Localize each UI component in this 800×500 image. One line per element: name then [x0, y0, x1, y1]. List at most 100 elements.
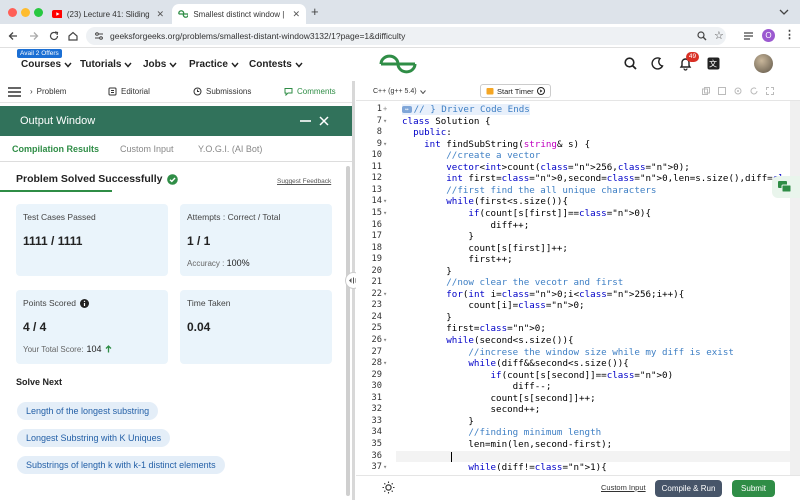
nav-contests[interactable]: Contests: [249, 59, 303, 70]
code-line[interactable]: count[i]=class="n">0;: [402, 300, 584, 311]
fold-toggle-icon[interactable]: ▾: [383, 197, 393, 205]
bookmark-star-icon[interactable]: ☆: [714, 29, 724, 42]
code-line[interactable]: ↔// } Driver Code Ends: [402, 104, 530, 115]
code-line[interactable]: count[s[first]]++;: [402, 243, 568, 254]
chevron-down-icon[interactable]: [779, 8, 789, 16]
reload-icon[interactable]: [49, 31, 59, 41]
settings-icon[interactable]: [734, 87, 742, 95]
close-window-button[interactable]: [8, 8, 17, 17]
code-line[interactable]: class Solution {: [402, 116, 491, 127]
info-icon[interactable]: [79, 298, 89, 308]
zoom-icon[interactable]: [697, 31, 707, 41]
code-line[interactable]: second++;: [402, 404, 541, 415]
maximize-window-button[interactable]: [34, 8, 43, 17]
lightbulb-icon[interactable]: [382, 481, 395, 494]
tab-problem[interactable]: › Problem: [30, 87, 66, 96]
fold-toggle-icon[interactable]: ▾: [383, 359, 393, 367]
solve-next-chip[interactable]: Substrings of length k with k-1 distinct…: [17, 456, 225, 474]
solve-next-chip[interactable]: Longest Substring with K Uniques: [17, 429, 171, 447]
code-line[interactable]: while(first<s.size()){: [402, 196, 568, 207]
pane-divider[interactable]: [345, 81, 362, 500]
code-line[interactable]: diff--;: [402, 381, 552, 392]
tab-editorial[interactable]: Editorial: [108, 87, 150, 96]
close-icon[interactable]: [319, 116, 329, 126]
code-line[interactable]: int first=class="n">0,second=class="n">0…: [402, 173, 790, 184]
code-line[interactable]: for(int i=class="n">0;i<class="n">256;i+…: [402, 289, 684, 300]
code-line[interactable]: //create a vector: [402, 150, 540, 161]
code-line[interactable]: }: [402, 231, 474, 242]
nav-tutorials[interactable]: Tutorials: [80, 59, 133, 70]
code-line[interactable]: count[s[second]]++;: [402, 393, 596, 404]
menu-icon[interactable]: [8, 87, 21, 97]
dark-mode-icon[interactable]: [651, 57, 664, 70]
code-line[interactable]: first++;: [402, 254, 512, 265]
code-line[interactable]: }: [402, 416, 474, 427]
browser-menu-icon[interactable]: ⋮: [784, 28, 795, 41]
fold-toggle-icon[interactable]: ▾: [383, 463, 393, 471]
minimize-icon[interactable]: [300, 119, 311, 123]
code-line[interactable]: //increse the window size while my diff …: [402, 347, 734, 358]
search-icon[interactable]: [624, 57, 637, 70]
close-tab-icon[interactable]: ✕: [292, 9, 300, 20]
code-line[interactable]: if(count[s[first]]==class="n">0){: [402, 208, 651, 219]
solve-next-chip[interactable]: Length of the longest substring: [17, 402, 159, 420]
home-icon[interactable]: [68, 31, 78, 41]
code-editor[interactable]: 1 + ↔// } Driver Code Ends 7 ▾ class Solution…: [356, 101, 790, 475]
gfg-logo-icon[interactable]: [378, 54, 420, 74]
code-line[interactable]: int findSubString(string& s) {: [402, 139, 590, 150]
tab-search-icon[interactable]: [743, 31, 754, 41]
forward-arrow-icon[interactable]: [29, 31, 39, 41]
fold-toggle-icon[interactable]: +: [383, 105, 393, 113]
output-scrollbar[interactable]: [346, 166, 350, 496]
fold-toggle-icon[interactable]: ▾: [383, 336, 393, 344]
code-line[interactable]: while(diff&&second<s.size()){: [402, 358, 628, 369]
user-avatar[interactable]: [754, 54, 773, 73]
translate-icon[interactable]: 文: [707, 57, 720, 70]
minimize-window-button[interactable]: [21, 8, 30, 17]
fold-toggle-icon[interactable]: ▾: [383, 290, 393, 298]
nav-jobs[interactable]: Jobs: [143, 59, 177, 70]
code-line[interactable]: //finding minimum length: [402, 427, 601, 438]
folded-code-marker[interactable]: ↔: [402, 106, 412, 113]
code-line[interactable]: if(count[s[second]]==class="n">0): [402, 370, 674, 381]
fold-toggle-icon[interactable]: ▾: [383, 209, 393, 217]
language-select[interactable]: C++ (g++ 5.4): [368, 85, 431, 98]
copy-icon[interactable]: [702, 87, 710, 95]
code-line[interactable]: }: [402, 266, 452, 277]
nav-courses[interactable]: Courses: [21, 59, 72, 70]
submit-button[interactable]: Submit: [732, 480, 775, 497]
code-line[interactable]: }: [402, 312, 452, 323]
code-line[interactable]: first=class="n">0;: [402, 323, 546, 334]
back-arrow-icon[interactable]: [8, 31, 18, 41]
tab-comments[interactable]: Comments: [284, 87, 336, 96]
code-icon[interactable]: [718, 87, 726, 95]
tab-compilation-results[interactable]: Compilation Results: [12, 144, 99, 154]
browser-tab-youtube[interactable]: (23) Lecture 41: Sliding Wind ✕: [46, 4, 170, 24]
chat-button[interactable]: [772, 176, 800, 198]
code-line[interactable]: public:: [402, 127, 452, 138]
browser-tab-gfg[interactable]: Smallest distinct window | Pra ✕: [172, 4, 306, 24]
reset-icon[interactable]: [750, 87, 758, 95]
custom-input-link[interactable]: Custom Input: [601, 483, 646, 492]
editor-scrollbar[interactable]: [790, 101, 800, 475]
code-line[interactable]: while(diff!=class="n">1){: [402, 462, 606, 473]
nav-practice[interactable]: Practice: [189, 59, 239, 70]
code-line[interactable]: diff++;: [402, 220, 530, 231]
url-field[interactable]: geeksforgeeks.org/problems/smallest-dist…: [86, 27, 726, 45]
offer-badge[interactable]: Avail 2 Offers: [17, 49, 62, 58]
site-settings-icon[interactable]: [94, 32, 104, 40]
code-line[interactable]: len=min(len,second-first);: [402, 439, 612, 450]
code-line[interactable]: //now clear the vecotr and first: [402, 277, 623, 288]
compile-run-button[interactable]: Compile & Run: [655, 480, 722, 497]
tab-yogi-ai-bot[interactable]: Y.O.G.I. (AI Bot): [198, 144, 262, 154]
new-tab-icon[interactable]: +: [311, 4, 319, 19]
suggest-feedback-link[interactable]: Suggest Feedback: [277, 178, 331, 185]
code-line[interactable]: vector<int>count(class="n">256,class="n"…: [402, 162, 690, 173]
fold-toggle-icon[interactable]: ▾: [383, 140, 393, 148]
tab-submissions[interactable]: Submissions: [193, 87, 251, 96]
start-timer-button[interactable]: Start Timer: [480, 84, 551, 98]
close-tab-icon[interactable]: ✕: [156, 9, 164, 20]
code-line[interactable]: while(second<s.size()){: [402, 335, 573, 346]
fullscreen-icon[interactable]: [766, 87, 774, 95]
fold-toggle-icon[interactable]: ▾: [383, 117, 393, 125]
